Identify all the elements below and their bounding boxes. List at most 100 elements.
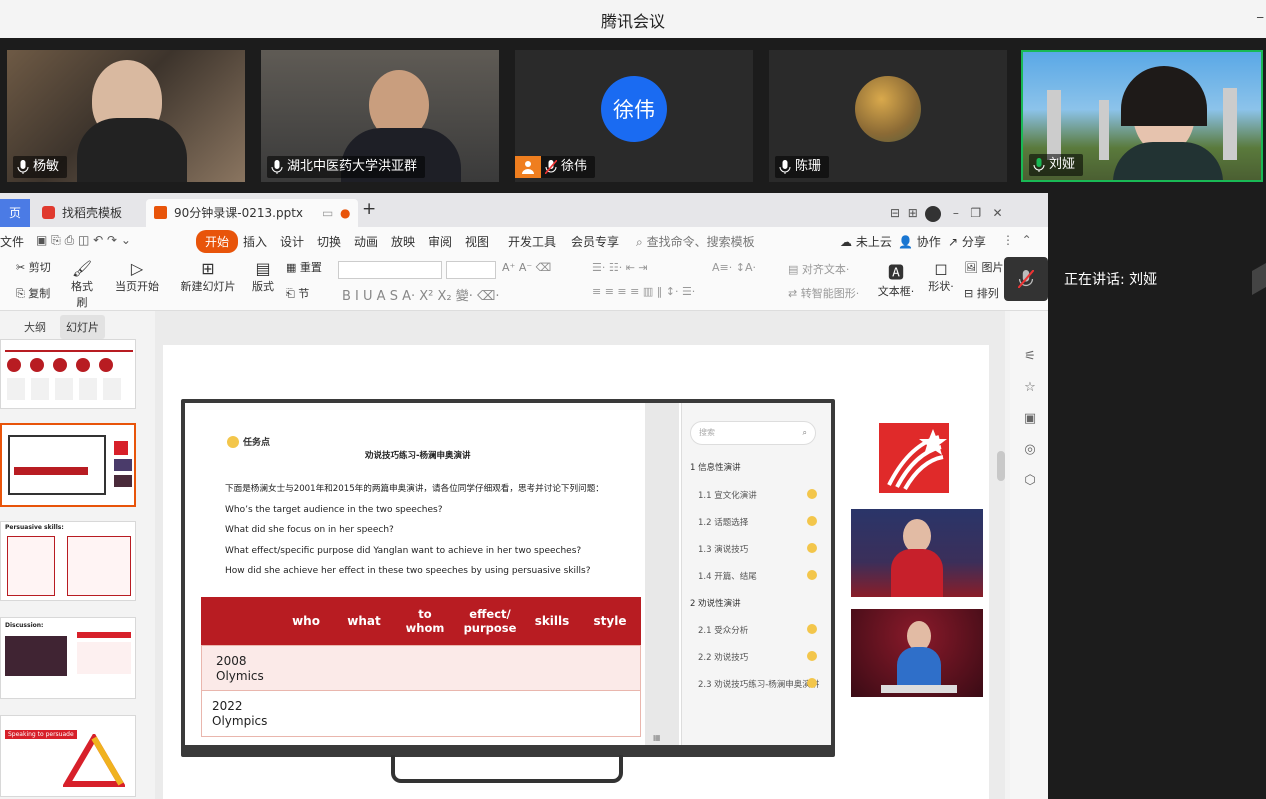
smart-graphic-button[interactable]: ⇄ 转智能图形· [788, 285, 859, 301]
section-button[interactable]: ⎗ 节 [286, 285, 309, 301]
canvas-scrollbar[interactable] [997, 311, 1005, 799]
coin-icon [807, 570, 817, 580]
more-icon[interactable]: ⋮ ⌃ [1002, 233, 1032, 247]
minimize-icon[interactable]: – [953, 206, 959, 220]
picture-button[interactable]: 🖼 图片 [964, 259, 1003, 275]
slide-thumbnail[interactable]: Discussion: [0, 617, 136, 699]
slide-thumbnail[interactable]: Persuasive skills: [0, 521, 136, 601]
new-slide-button[interactable]: ⊞ 新建幻灯片 [178, 259, 238, 294]
content-scrollbar[interactable]: ▦ [645, 403, 679, 745]
font-size-select[interactable] [446, 261, 496, 279]
command-search[interactable]: ⌕ 查找命令、搜索模板 [636, 233, 755, 250]
participant-tile[interactable]: 徐伟 徐伟 [515, 50, 753, 182]
menu-insert[interactable]: 插入 [243, 233, 267, 250]
pin-icon[interactable]: ☆ [1022, 372, 1038, 403]
menu-file[interactable]: 文件 [0, 233, 24, 250]
participant-tile[interactable]: 陈珊 [769, 50, 1007, 182]
menu-start[interactable]: 开始 [196, 230, 239, 253]
slide-thumbnail-selected[interactable] [0, 423, 136, 507]
coin-icon [807, 624, 817, 634]
tab-bar: 页 找稻壳模板 90分钟录课-0213.pptx ▭ ● + ⊟ ⊞ – ❐ ✕ [0, 193, 1048, 227]
outline-item[interactable]: 1.4 开篇、结尾 [698, 570, 757, 582]
tab-pptx-file[interactable]: 90分钟录课-0213.pptx ▭ ● [146, 199, 358, 227]
tab-outline[interactable]: 大纲 [24, 319, 46, 335]
arrange-button[interactable]: ⊟ 排列 [964, 285, 999, 301]
close-icon[interactable]: ✕ [993, 206, 1003, 220]
tab-templates[interactable]: 找稻壳模板 [34, 199, 142, 227]
participant-name-tag: 陈珊 [775, 156, 830, 178]
muted-mic-icon[interactable] [1004, 257, 1048, 301]
menu-membership[interactable]: 会员专享 [571, 233, 619, 250]
participant-tile-active[interactable]: 刘娅 [1021, 50, 1263, 182]
share-button[interactable]: ↗ 分享 [948, 233, 986, 250]
unsaved-dot-icon: ● [340, 206, 351, 220]
speech-video-thumbnail[interactable] [851, 609, 983, 697]
coin-icon [807, 516, 817, 526]
layout-icon[interactable]: ⊟ [890, 206, 900, 220]
text-direction-icons[interactable]: A≡· ↕A· [712, 261, 756, 274]
format-painter-button[interactable]: 🖌 格式刷 [66, 259, 98, 310]
scrollbar-thumb[interactable] [997, 451, 1005, 481]
search-icon: ⌕ [802, 428, 807, 437]
outline-section-title[interactable]: 1 信息性演讲 [690, 461, 741, 473]
outline-item[interactable]: 2.1 受众分析 [698, 624, 748, 636]
user-avatar-icon[interactable] [925, 205, 942, 222]
comment-icon[interactable]: ▣ [1022, 403, 1038, 434]
speech-video-thumbnail[interactable] [851, 509, 983, 597]
settings-sliders-icon[interactable]: ⚟ [1022, 341, 1038, 372]
slide-thumbnail[interactable] [0, 339, 136, 409]
shape-icon: ◻ [934, 259, 948, 278]
menu-transition[interactable]: 切换 [317, 233, 341, 250]
shape-button[interactable]: ◻ 形状· [924, 259, 958, 294]
menu-slideshow[interactable]: 放映 [391, 233, 415, 250]
participant-name-tag: 刘娅 [1029, 154, 1084, 176]
paragraph-align-icons[interactable]: ≡ ≡ ≡ ≡ ▥ ‖ ↕· ☰· [592, 285, 695, 298]
font-format-icons[interactable]: B I U A S A· X² X₂ 變· ⌫· [342, 285, 500, 304]
participant-tile[interactable]: 湖北中医药大学洪亚群 [261, 50, 499, 182]
outline-item[interactable]: 2.3 劝说技巧练习-杨澜申奥演讲 [698, 678, 819, 690]
layout-button[interactable]: ▤ 版式 [248, 259, 278, 294]
participant-tile[interactable]: 杨敏 [7, 50, 245, 182]
menu-view[interactable]: 视图 [465, 233, 489, 250]
play-from-current-button[interactable]: ▷ 当页开始 [112, 259, 162, 294]
menu-devtools[interactable]: 开发工具 [508, 233, 556, 250]
grid-icon[interactable]: ⊞ [908, 206, 918, 220]
speaking-indicator: 正在讲话: 刘娅 [1004, 257, 1266, 301]
cut-button[interactable]: ✂ 剪切 [16, 259, 51, 275]
outline-section-title[interactable]: 2 劝说性演讲 [690, 597, 741, 609]
new-tab-button[interactable]: + [362, 195, 376, 223]
reset-button[interactable]: ▦ 重置 [286, 259, 322, 275]
font-size-adjust-icons[interactable]: A⁺ A⁻ ⌫ [502, 261, 551, 274]
title-bar: 腾讯会议 ‒ [0, 0, 1266, 38]
cloud-status[interactable]: ☁ 未上云 [840, 233, 892, 250]
outline-item[interactable]: 2.2 劝说技巧 [698, 651, 748, 663]
list-icons[interactable]: ☰· ☷· ⇤ ⇥ [592, 261, 648, 274]
menu-review[interactable]: 审阅 [428, 233, 452, 250]
tab-slides[interactable]: 幻灯片 [60, 315, 105, 339]
textbox-button[interactable]: 🅰 文本框· [876, 259, 916, 299]
menu-design[interactable]: 设计 [280, 233, 304, 250]
tab-screen-icon[interactable]: ▭ [322, 199, 333, 227]
minimize-button[interactable]: ‒ [1256, 10, 1264, 24]
font-family-select[interactable] [338, 261, 442, 279]
align-text-button[interactable]: ▤ 对齐文本· [788, 261, 849, 277]
coin-icon [227, 435, 239, 448]
tab-home[interactable]: 页 [0, 199, 30, 227]
menu-animation[interactable]: 动画 [354, 233, 378, 250]
copy-button[interactable]: ⎘ 复制 [16, 285, 50, 301]
outline-item[interactable]: 1.2 话题选择 [698, 516, 748, 528]
collaborate-button[interactable]: 👤 协作 [898, 233, 941, 250]
microphone-active-icon [1033, 158, 1045, 172]
monitor-frame: 任务点 劝说技巧练习-杨澜申奥演讲 下面是杨澜女士与2001年和2015年的两篇… [181, 399, 835, 757]
video-strip: 杨敏 湖北中医药大学洪亚群 徐伟 徐伟 陈珊 刘娅 [0, 38, 1266, 193]
outline-item[interactable]: 1.1 宣文化演讲 [698, 489, 757, 501]
navigation-icon[interactable]: ◎ [1022, 434, 1038, 465]
coin-icon [807, 489, 817, 499]
cube-icon[interactable]: ⬡ [1022, 465, 1038, 496]
quick-access-icons[interactable]: ▣ ⎘ ⎙ ◫ ↶ ↷ ⌄ [36, 233, 131, 248]
outline-item[interactable]: 1.3 演说技巧 [698, 543, 748, 555]
monitor-stand [391, 755, 623, 783]
restore-icon[interactable]: ❐ [970, 206, 981, 220]
outline-search-input[interactable]: 搜索 ⌕ [690, 421, 816, 445]
slide-thumbnail[interactable]: Speaking to persuade [0, 715, 136, 797]
